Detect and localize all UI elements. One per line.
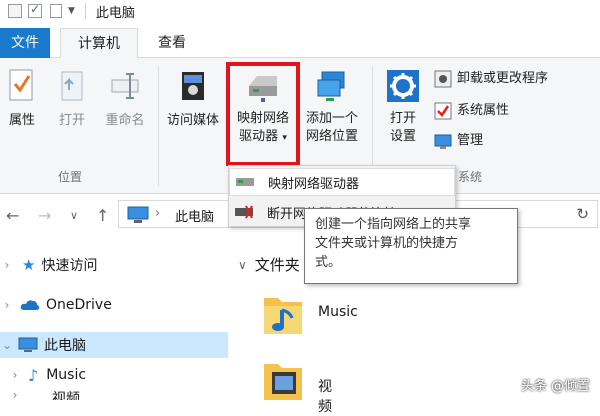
address-path: 此电脑 — [175, 210, 215, 225]
chevron-right-icon[interactable]: › — [8, 368, 22, 382]
open-label: 打开 — [58, 113, 85, 128]
cloud-icon — [20, 300, 40, 310]
video-folder-icon — [264, 364, 302, 400]
title-bar: ▼ 此电脑 — [0, 0, 600, 22]
tab-view[interactable]: 查看 — [142, 28, 202, 59]
group-label-location: 位置 — [58, 170, 83, 184]
chevron-down-icon: ∨ — [238, 257, 247, 272]
nav-item-this-pc[interactable]: ⌄ 此电脑 — [0, 332, 228, 358]
chevron-right-icon[interactable]: › — [0, 258, 14, 272]
recent-chevron-icon[interactable]: ∨ — [70, 209, 78, 222]
group-label-system: 系统 — [458, 170, 483, 184]
section-label: 文件夹 — [254, 256, 300, 274]
music-folder-icon — [264, 298, 302, 334]
open-settings-label-2: 设置 — [389, 129, 416, 144]
uninstall-label: 卸载或更改程序 — [457, 71, 549, 86]
network-drive-icon — [236, 178, 254, 186]
computer-icon — [127, 206, 149, 223]
computer-icon — [18, 337, 38, 352]
app-icon — [8, 4, 22, 18]
new-folder-quick-icon[interactable] — [50, 4, 62, 18]
access-media-label: 访问媒体 — [166, 113, 219, 128]
ribbon-tabs: 文件 计算机 查看 — [0, 22, 600, 59]
tooltip-line: 创建一个指向网络上的共享 — [315, 217, 472, 232]
add-location-label-2: 网络位置 — [305, 129, 358, 144]
manage-label: 管理 — [457, 133, 484, 148]
media-icon — [182, 72, 204, 100]
manage-icon — [434, 134, 452, 149]
nav-item-onedrive[interactable]: › OneDrive — [0, 292, 112, 318]
rename-button[interactable]: 重命名 — [98, 68, 152, 130]
watermark: 头条 @倾置 — [520, 379, 590, 394]
system-properties-button[interactable]: 系统属性 — [434, 102, 509, 120]
folder-video[interactable]: 视频 — [260, 354, 332, 415]
back-icon[interactable]: ← — [6, 206, 19, 225]
tab-computer[interactable]: 计算机 — [60, 28, 138, 59]
window-title: 此电脑 — [95, 5, 135, 21]
path-separator-icon: › — [155, 206, 161, 221]
section-header-folders[interactable]: ∨ 文件夹 — [238, 254, 300, 275]
separator — [84, 3, 86, 19]
nav-label: 快速访问 — [41, 258, 98, 274]
menu-item-label: 映射网络驱动器 — [268, 176, 360, 192]
properties-quick-icon[interactable] — [28, 2, 42, 18]
uninstall-icon — [434, 70, 452, 88]
disconnect-drive-icon — [235, 205, 253, 219]
tooltip-line: 式。 — [315, 255, 342, 270]
customize-toolbar-icon[interactable]: ▼ — [68, 6, 75, 16]
rename-icon — [111, 73, 139, 99]
rename-label: 重命名 — [105, 113, 145, 128]
nav-item-video[interactable]: › 视频 — [0, 388, 80, 400]
folder-music[interactable]: Music — [260, 288, 358, 338]
nav-label: OneDrive — [46, 297, 112, 313]
nav-label: 此电脑 — [44, 338, 86, 354]
forward-icon[interactable]: → — [38, 206, 51, 225]
menu-item-map-drive[interactable]: 映射网络驱动器 — [229, 168, 455, 196]
system-properties-label: 系统属性 — [457, 103, 510, 118]
separator — [158, 66, 159, 186]
access-media-button[interactable]: 访问媒体 — [164, 68, 222, 130]
nav-item-quick-access[interactable]: › ★ 快速访问 — [0, 252, 98, 278]
add-location-label-1: 添加一个 — [305, 111, 358, 126]
chevron-right-icon[interactable]: › — [0, 298, 14, 312]
tooltip: 创建一个指向网络上的共享 文件夹或计算机的快捷方 式。 — [304, 208, 518, 284]
music-note-icon: ♪ — [28, 365, 39, 385]
tooltip-line: 文件夹或计算机的快捷方 — [315, 236, 459, 251]
add-network-location-button[interactable]: 添加一个 网络位置 — [300, 68, 364, 146]
nav-label: Music — [46, 367, 87, 383]
properties-icon — [9, 69, 33, 101]
star-icon: ★ — [22, 256, 36, 274]
network-location-icon — [317, 71, 345, 101]
properties-button[interactable]: 属性 — [2, 68, 42, 130]
tab-file[interactable]: 文件 — [0, 28, 50, 58]
folder-label: 视频 — [318, 379, 332, 415]
folder-label: Music — [318, 304, 358, 320]
nav-label: 视频 — [52, 391, 80, 400]
open-button[interactable]: 打开 — [50, 68, 94, 130]
checkbox-icon — [434, 102, 452, 120]
uninstall-button[interactable]: 卸载或更改程序 — [434, 70, 548, 88]
open-icon — [61, 71, 83, 101]
settings-gear-icon — [387, 70, 419, 102]
properties-label: 属性 — [8, 113, 35, 128]
open-settings-label-1: 打开 — [389, 111, 416, 126]
manage-button[interactable]: 管理 — [434, 132, 483, 150]
open-settings-button[interactable]: 打开 设置 — [380, 68, 426, 146]
chevron-right-icon[interactable]: › — [8, 388, 22, 400]
up-icon[interactable]: ↑ — [96, 206, 109, 225]
highlight-box — [226, 62, 300, 166]
navigation-pane: › ★ 快速访问 › OneDrive ⌄ 此电脑 › ♪ Music › 视频 — [0, 236, 228, 400]
chevron-down-icon[interactable]: ⌄ — [0, 338, 14, 352]
nav-item-music[interactable]: › ♪ Music — [0, 362, 86, 388]
refresh-icon[interactable]: ↻ — [576, 205, 589, 223]
